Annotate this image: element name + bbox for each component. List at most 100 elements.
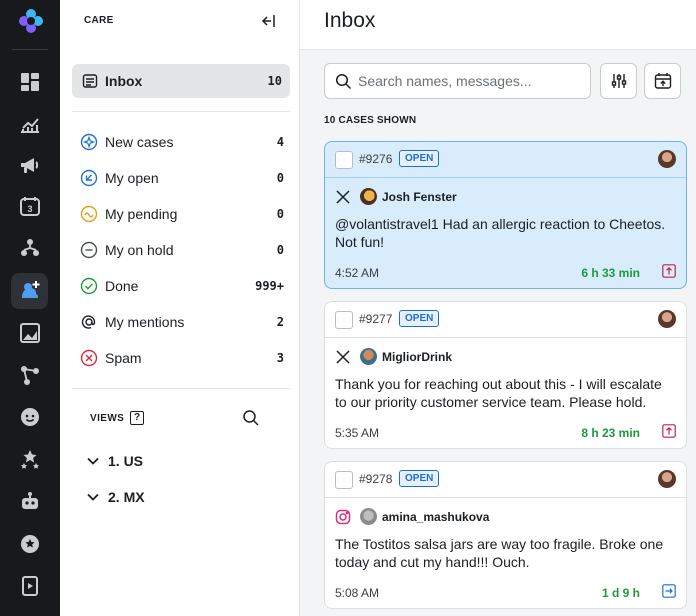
views-help-icon[interactable]: ?: [130, 411, 144, 425]
logo-icon[interactable]: [18, 8, 44, 34]
calendar-day: 3: [27, 204, 32, 214]
care-icon[interactable]: [18, 279, 42, 303]
user-avatar: [360, 348, 377, 365]
status-badge: OPEN: [399, 310, 440, 327]
stars-icon[interactable]: [18, 448, 42, 472]
case-age: 8 h 23 min: [581, 426, 640, 440]
case-id: #9276: [359, 152, 393, 166]
spam-icon: [80, 349, 98, 367]
sidebar-divider: [72, 388, 290, 389]
case-message: The Tostitos salsa jars are way too frag…: [335, 536, 664, 570]
status-badge: OPEN: [399, 470, 440, 487]
chevron-down-icon[interactable]: [86, 490, 100, 504]
x-icon: [336, 350, 350, 364]
bot-icon[interactable]: [18, 490, 42, 514]
new-cases-icon: [80, 133, 98, 151]
sidebar-item-count: 0: [276, 243, 284, 257]
user-avatar: [360, 188, 377, 205]
smile-badge-icon[interactable]: [18, 405, 42, 429]
app-rail: 3: [0, 0, 60, 616]
views-heading: VIEWS: [90, 413, 125, 424]
care-sidebar: CARE Inbox 10 New cases 4 My open 0 My p…: [60, 0, 300, 616]
search-box[interactable]: [324, 63, 591, 99]
reports-icon[interactable]: [18, 112, 42, 136]
case-checkbox[interactable]: [335, 311, 353, 329]
case-time: 5:35 AM: [335, 426, 380, 440]
case-time: 5:08 AM: [335, 586, 380, 600]
user-avatar: [360, 508, 377, 525]
user-name[interactable]: amina_mashukova: [382, 510, 489, 524]
sidebar-item-count: 2: [276, 315, 284, 329]
case-card-header: #9276 OPEN: [325, 142, 686, 178]
sidebar-title: CARE: [84, 15, 114, 26]
sidebar-item-label: Spam: [105, 350, 142, 366]
view-item-mx[interactable]: 2. MX: [86, 486, 266, 508]
escalate-icon[interactable]: [662, 424, 676, 438]
done-icon: [80, 277, 98, 295]
user-name[interactable]: Josh Fenster: [382, 190, 457, 204]
inbox-panel: Inbox 10 CASES SHOWN #9276 OPEN Josh Fen…: [300, 0, 696, 616]
sidebar-item-count: 0: [276, 207, 284, 221]
sidebar-item-count: 10: [267, 74, 282, 88]
megaphone-icon[interactable]: [18, 153, 42, 177]
cases-count: 10 CASES SHOWN: [324, 115, 417, 126]
calendar-icon[interactable]: 3: [18, 194, 42, 218]
sidebar-item-my-mentions[interactable]: My mentions 2: [72, 308, 290, 336]
my-on-hold-icon: [80, 241, 98, 259]
dashboard-icon[interactable]: [18, 70, 42, 94]
org-chart-icon[interactable]: [18, 236, 42, 260]
sidebar-item-label: New cases: [105, 134, 174, 150]
calendar-export-icon: [654, 73, 672, 89]
case-id: #9278: [359, 472, 393, 486]
export-button[interactable]: [644, 63, 681, 99]
agent-avatar[interactable]: [658, 470, 676, 488]
chat-star-icon[interactable]: [18, 532, 42, 556]
view-item-us[interactable]: 1. US: [86, 450, 266, 472]
user-name[interactable]: MigliorDrink: [382, 350, 452, 364]
sidebar-item-label: Done: [105, 278, 139, 294]
sidebar-item-new-cases[interactable]: New cases 4: [72, 128, 290, 156]
sidebar-item-label: My on hold: [105, 242, 174, 258]
case-message: Thank you for reaching out about this - …: [335, 376, 662, 410]
escalate-icon[interactable]: [662, 264, 676, 278]
case-card[interactable]: #9277 OPEN MigliorDrink Thank you for re…: [324, 301, 687, 449]
chevron-down-icon[interactable]: [86, 454, 100, 468]
sidebar-item-my-pending[interactable]: My pending 0: [72, 200, 290, 228]
case-message: @volantistravel1 Had an allergic reactio…: [335, 216, 666, 250]
agent-avatar[interactable]: [658, 150, 676, 168]
my-pending-icon: [80, 205, 98, 223]
inbox-icon: [82, 74, 98, 88]
case-age: 6 h 33 min: [581, 266, 640, 280]
view-label: 2. MX: [108, 489, 145, 505]
case-time: 4:52 AM: [335, 266, 380, 280]
case-card[interactable]: #9276 OPEN Josh Fenster @volantistravel1…: [324, 141, 687, 289]
video-icon[interactable]: [18, 574, 42, 598]
sidebar-item-label: My pending: [105, 206, 178, 222]
views-search-icon[interactable]: [242, 409, 260, 427]
sidebar-divider: [72, 111, 290, 112]
case-checkbox[interactable]: [335, 151, 353, 169]
assign-icon[interactable]: [662, 584, 676, 598]
sidebar-item-my-open[interactable]: My open 0: [72, 164, 290, 192]
search-icon: [335, 73, 352, 90]
page-header: Inbox: [300, 0, 696, 50]
image-icon[interactable]: [18, 321, 42, 345]
sidebar-item-spam[interactable]: Spam 3: [72, 344, 290, 372]
sidebar-item-inbox[interactable]: Inbox 10: [72, 64, 290, 98]
sidebar-item-my-on-hold[interactable]: My on hold 0: [72, 236, 290, 264]
sidebar-item-label: My open: [105, 170, 159, 186]
sidebar-item-count: 4: [276, 135, 284, 149]
nodes-icon[interactable]: [18, 363, 42, 387]
search-input[interactable]: [358, 71, 583, 91]
my-open-icon: [80, 169, 98, 187]
filter-button[interactable]: [600, 63, 637, 99]
page-title: Inbox: [324, 9, 376, 32]
collapse-sidebar-icon[interactable]: [260, 12, 278, 30]
case-checkbox[interactable]: [335, 471, 353, 489]
case-card-header: #9278 OPEN: [325, 462, 686, 498]
case-card[interactable]: #9278 OPEN amina_mashukova The Tostitos …: [324, 461, 687, 609]
agent-avatar[interactable]: [658, 310, 676, 328]
sidebar-item-count: 3: [276, 351, 284, 365]
sidebar-item-done[interactable]: Done 999+: [72, 272, 290, 300]
x-icon: [336, 190, 350, 204]
